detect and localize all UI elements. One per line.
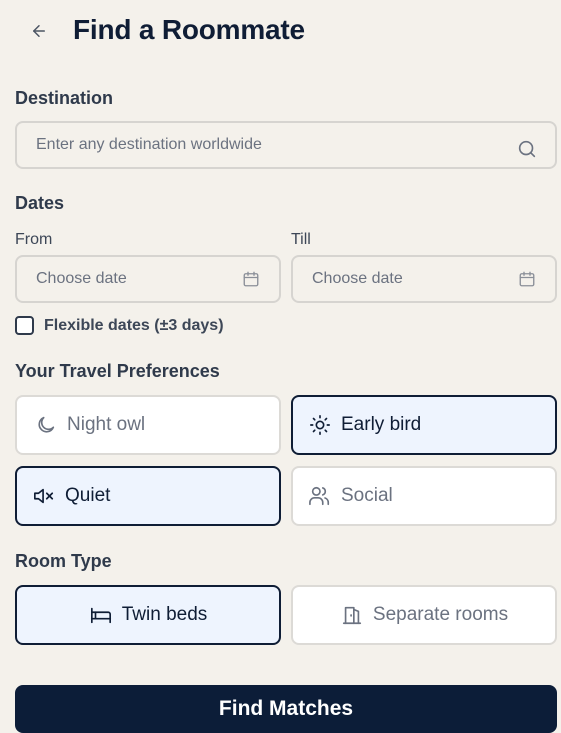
travel-preferences-label: Your Travel Preferences bbox=[15, 361, 220, 381]
back-button[interactable] bbox=[26, 18, 52, 44]
arrow-left-icon bbox=[33, 25, 45, 37]
flexible-dates-label: Flexible dates (±3 days) bbox=[44, 317, 224, 334]
door-icon bbox=[340, 603, 364, 627]
page-header: Find a Roommate bbox=[0, 0, 561, 64]
bed-icon bbox=[89, 603, 113, 627]
calendar-icon[interactable] bbox=[517, 269, 537, 289]
room-twin-beds-label: Twin beds bbox=[121, 604, 208, 625]
pref-quiet-label: Quiet bbox=[65, 485, 111, 506]
destination-label: Destination bbox=[15, 88, 114, 108]
sun-icon bbox=[308, 413, 332, 437]
page-title: Find a Roommate bbox=[73, 14, 305, 45]
find-matches-button[interactable]: Find Matches bbox=[15, 685, 557, 733]
room-type-label: Room Type bbox=[15, 551, 112, 571]
pref-early-bird-label: Early bird bbox=[341, 414, 422, 435]
from-date-field[interactable] bbox=[15, 255, 281, 303]
search-icon[interactable] bbox=[515, 137, 539, 161]
pref-night-owl[interactable]: Night owl bbox=[15, 395, 281, 455]
calendar-icon[interactable] bbox=[241, 269, 261, 289]
destination-input[interactable] bbox=[36, 123, 555, 167]
from-label: From bbox=[15, 231, 53, 248]
pref-quiet[interactable]: Quiet bbox=[15, 466, 281, 526]
users-icon bbox=[308, 484, 332, 508]
pref-social[interactable]: Social bbox=[291, 466, 557, 526]
destination-field[interactable] bbox=[15, 121, 557, 169]
moon-icon bbox=[34, 413, 58, 437]
pref-night-owl-label: Night owl bbox=[67, 414, 146, 435]
volume-mute-icon bbox=[32, 484, 56, 508]
room-separate-rooms-label: Separate rooms bbox=[372, 604, 509, 625]
dates-label: Dates bbox=[15, 193, 65, 213]
flexible-dates-checkbox[interactable] bbox=[15, 316, 34, 335]
pref-social-label: Social bbox=[341, 485, 393, 506]
room-twin-beds[interactable]: Twin beds bbox=[15, 585, 281, 645]
find-roommate-page: Find a Roommate Destination Dates From T… bbox=[0, 0, 561, 733]
room-separate-rooms[interactable]: Separate rooms bbox=[291, 585, 557, 645]
pref-early-bird[interactable]: Early bird bbox=[291, 395, 557, 455]
till-date-field[interactable] bbox=[291, 255, 557, 303]
till-label: Till bbox=[291, 231, 311, 248]
